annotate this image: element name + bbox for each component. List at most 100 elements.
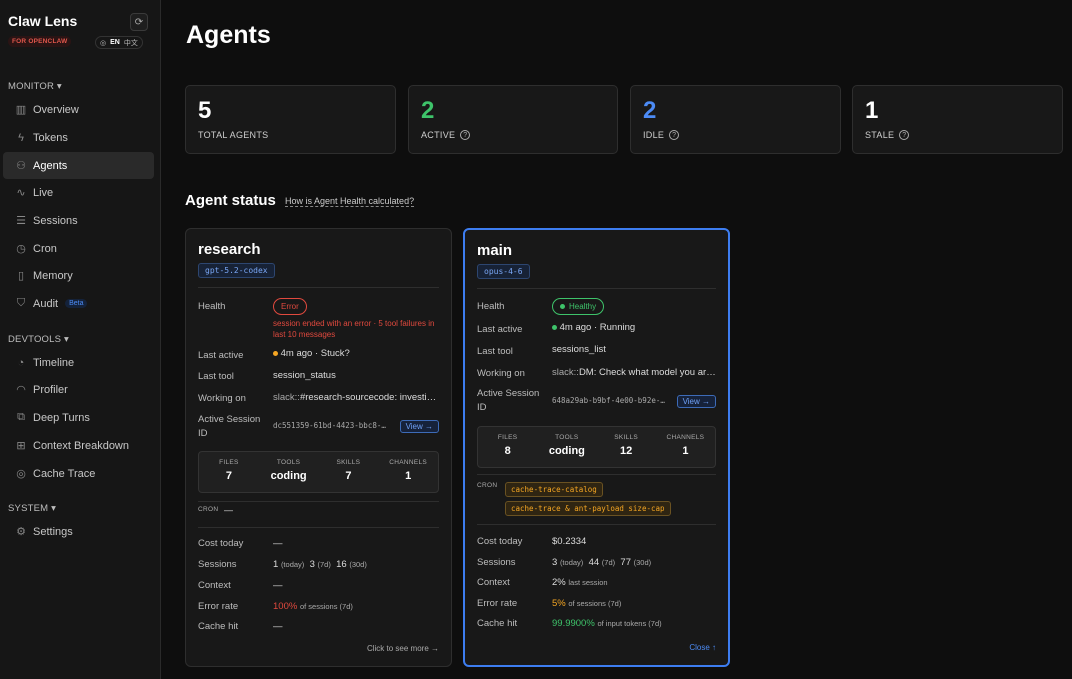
stat-label: STALE bbox=[865, 130, 895, 140]
cost-today-value: — bbox=[273, 538, 283, 549]
sidebar-item-overview[interactable]: ▥ Overview bbox=[3, 96, 154, 123]
sidebar-item-agents[interactable]: ⚇ Agents bbox=[3, 152, 154, 179]
sidebar-item-timeline[interactable]: ◔ Timeline bbox=[3, 349, 154, 376]
error-rate-label: Error rate bbox=[198, 601, 239, 612]
cron-label: CRON bbox=[198, 506, 219, 513]
sidebar-item-live[interactable]: ∿ Live bbox=[3, 179, 154, 206]
gauge-icon: ◠ bbox=[16, 384, 26, 396]
sidebar-item-cache-trace[interactable]: ◎ Cache Trace bbox=[3, 460, 154, 487]
session-id-label: Active Session ID bbox=[477, 388, 540, 413]
tools-value: coding bbox=[548, 445, 585, 457]
view-session-button[interactable]: View → bbox=[676, 395, 716, 408]
divider bbox=[477, 288, 716, 289]
stat-card-total: 5 TOTAL AGENTS bbox=[185, 85, 396, 154]
last-tool-label: Last tool bbox=[198, 371, 234, 382]
sidebar-item-memory[interactable]: ▯ Memory bbox=[3, 262, 154, 289]
working-on-value: slack::DM: Check what model you are runn… bbox=[552, 367, 717, 378]
session-id-label: Active Session ID bbox=[198, 414, 261, 439]
health-badge: Healthy bbox=[552, 298, 605, 315]
sidebar-item-tokens[interactable]: ϟ Tokens bbox=[3, 124, 154, 151]
context-value: — bbox=[273, 580, 283, 591]
monitor-section-title[interactable]: MONITOR ▾ bbox=[8, 81, 62, 92]
session-id-value: 648a29ab-b9bf-4e00-b92e-… bbox=[552, 396, 665, 405]
skills-label: SKILLS bbox=[336, 459, 361, 466]
files-count: 8 bbox=[504, 445, 511, 457]
context-value: 2% last session bbox=[552, 577, 608, 588]
lang-en[interactable]: EN bbox=[110, 39, 120, 46]
skills-count: 12 bbox=[620, 445, 633, 457]
refresh-button[interactable]: ⟳ bbox=[130, 13, 148, 31]
devtools-section-title[interactable]: DEVTOOLS ▾ bbox=[8, 334, 69, 345]
error-rate-value: 100% of sessions (7d) bbox=[273, 601, 353, 612]
last-active-label: Last active bbox=[477, 324, 523, 335]
sessions-value: 3 (today) 44 (7d) 77 (30d) bbox=[552, 557, 652, 568]
sidebar-item-sessions[interactable]: ☰ Sessions bbox=[3, 207, 154, 234]
model-badge: opus-4-6 bbox=[477, 264, 530, 279]
view-session-button[interactable]: View → bbox=[399, 420, 439, 433]
agent-card-main[interactable]: main opus-4-6 Health Healthy Last active… bbox=[463, 228, 730, 667]
shield-icon: ⛉ bbox=[16, 297, 26, 309]
bar-chart-icon: ▥ bbox=[15, 104, 27, 116]
health-label: Health bbox=[477, 301, 505, 312]
lang-zh[interactable]: 中文 bbox=[124, 38, 138, 48]
stat-label: IDLE bbox=[643, 130, 665, 140]
last-active-value: 4m ago · Stuck? bbox=[273, 348, 350, 359]
stat-value: 2 bbox=[421, 97, 435, 124]
language-toggle[interactable]: ◎ EN 中文 bbox=[95, 36, 143, 49]
status-dot bbox=[552, 325, 557, 330]
cron-tag[interactable]: cache-trace-catalog bbox=[505, 482, 603, 497]
agent-card-research[interactable]: research gpt-5.2-codex Health Error sess… bbox=[185, 228, 452, 667]
stat-card-active: 2 ACTIVE? bbox=[408, 85, 618, 154]
sidebar-item-profiler[interactable]: ◠ Profiler bbox=[3, 376, 154, 403]
help-icon[interactable]: ? bbox=[669, 130, 680, 140]
channels-count: 1 bbox=[405, 470, 412, 482]
stat-value: 2 bbox=[643, 97, 657, 124]
health-info-link[interactable]: How is Agent Health calculated? bbox=[285, 196, 415, 207]
last-tool-value: sessions_list bbox=[552, 344, 606, 355]
book-icon: ▯ bbox=[17, 270, 25, 282]
cron-label: CRON bbox=[477, 482, 498, 489]
sessions-label: Sessions bbox=[198, 559, 237, 570]
cost-today-value: $0.2334 bbox=[552, 536, 587, 547]
see-more-link[interactable]: Click to see more → bbox=[367, 644, 439, 653]
help-icon[interactable]: ? bbox=[899, 130, 910, 140]
cron-tag[interactable]: cache-trace & ant-payload size-cap bbox=[505, 501, 671, 516]
close-link[interactable]: Close ↑ bbox=[689, 643, 716, 652]
sidebar-item-deep-turns[interactable]: ⧉ Deep Turns bbox=[3, 404, 154, 431]
cost-today-label: Cost today bbox=[477, 536, 523, 547]
session-id-value: dc551359-61bd-4423-bbc8-… bbox=[273, 421, 386, 430]
working-on-label: Working on bbox=[477, 368, 525, 379]
stat-label: ACTIVE bbox=[421, 130, 456, 140]
brand-subtitle: FOR OPENCLAW bbox=[8, 36, 72, 47]
channels-count: 1 bbox=[682, 445, 689, 457]
help-icon[interactable]: ? bbox=[460, 130, 471, 140]
sidebar-item-audit[interactable]: ⛉ Audit Beta bbox=[3, 290, 154, 317]
layers-icon: ⧉ bbox=[17, 411, 25, 423]
working-on-label: Working on bbox=[198, 393, 246, 404]
tools-label: TOOLS bbox=[555, 434, 579, 441]
beta-badge: Beta bbox=[65, 299, 88, 308]
model-badge: gpt-5.2-codex bbox=[198, 263, 275, 278]
pulse-icon: ∿ bbox=[16, 187, 26, 199]
agent-counts: FILES 8 TOOLS coding SKILLS 12 CHANNELS 1 bbox=[477, 426, 716, 468]
context-label: Context bbox=[477, 577, 510, 588]
context-label: Context bbox=[198, 580, 231, 591]
system-section-title[interactable]: SYSTEM ▾ bbox=[8, 503, 56, 514]
files-count: 7 bbox=[225, 470, 232, 482]
sidebar-item-cron[interactable]: ◷ Cron bbox=[3, 235, 154, 262]
sidebar-item-context-breakdown[interactable]: ⊞ Context Breakdown bbox=[3, 432, 154, 459]
stat-value: 1 bbox=[865, 97, 879, 124]
agent-status-title: Agent status bbox=[185, 192, 276, 209]
globe-icon: ◎ bbox=[100, 39, 107, 47]
cache-hit-label: Cache hit bbox=[198, 621, 239, 632]
status-dot bbox=[273, 351, 278, 356]
sidebar-item-settings[interactable]: ⚙ Settings bbox=[3, 518, 154, 545]
cron-value: — bbox=[224, 505, 233, 515]
error-rate-label: Error rate bbox=[477, 598, 518, 609]
stat-value: 5 bbox=[198, 97, 212, 124]
agent-name: research bbox=[198, 241, 261, 258]
clock-icon: ◷ bbox=[16, 243, 26, 255]
bolt-icon: ϟ bbox=[18, 131, 24, 144]
divider bbox=[198, 287, 439, 288]
gear-icon: ⚙ bbox=[16, 526, 26, 538]
